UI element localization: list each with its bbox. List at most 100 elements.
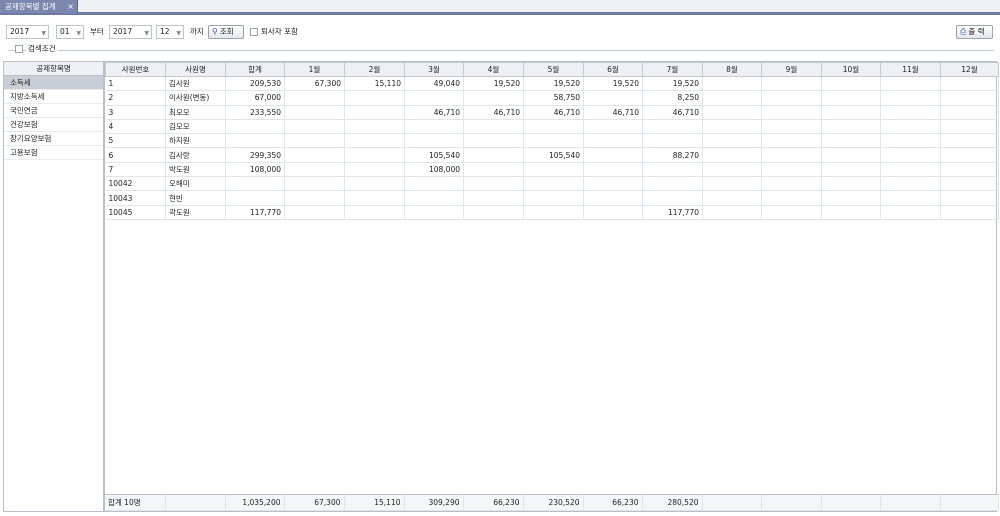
column-header[interactable]: 합계 [225, 62, 285, 77]
table-cell[interactable] [880, 105, 941, 120]
table-cell[interactable] [583, 162, 643, 178]
from-month-select[interactable]: 01 ▼ [56, 25, 84, 39]
table-cell[interactable] [404, 133, 464, 149]
list-item[interactable]: 소득세 [4, 76, 103, 90]
table-cell[interactable] [940, 190, 999, 206]
table-cell[interactable] [225, 119, 285, 135]
table-cell[interactable] [761, 90, 822, 106]
table-cell[interactable] [225, 190, 285, 206]
table-cell[interactable] [940, 76, 999, 92]
table-cell[interactable] [284, 162, 345, 178]
table-cell[interactable]: 7 [105, 162, 166, 178]
table-cell[interactable]: 6 [105, 147, 166, 163]
table-cell[interactable] [523, 190, 584, 206]
table-cell[interactable] [702, 105, 762, 120]
table-cell[interactable] [702, 147, 762, 163]
column-header[interactable]: 1월 [284, 62, 345, 77]
table-cell[interactable]: 이사원(변동) [165, 90, 226, 106]
column-header[interactable]: 6월 [583, 62, 643, 77]
table-cell[interactable]: 5 [105, 133, 166, 149]
table-row[interactable]: 6 김사랑 299,350 105,540 105,540 88,270 [105, 147, 999, 163]
search-conditions-checkbox[interactable] [15, 45, 23, 53]
table-cell[interactable] [344, 133, 405, 149]
table-cell[interactable] [523, 133, 584, 149]
table-cell[interactable]: 49,040 [404, 76, 464, 92]
column-header[interactable]: 5월 [523, 62, 584, 77]
table-cell[interactable] [404, 205, 464, 220]
table-row[interactable]: 10042 오해미 [105, 176, 999, 192]
table-row[interactable]: 4 김모모 [105, 119, 999, 135]
table-cell[interactable] [702, 162, 762, 178]
table-cell[interactable]: 105,540 [404, 147, 464, 163]
table-cell[interactable] [940, 119, 999, 135]
table-cell[interactable] [404, 176, 464, 192]
list-item[interactable]: 국민연금 [4, 104, 103, 118]
table-cell[interactable] [284, 147, 345, 163]
table-cell[interactable] [344, 190, 405, 206]
column-header[interactable]: 8월 [702, 62, 762, 77]
table-cell[interactable] [940, 105, 999, 120]
tab-deduction-summary[interactable]: 공제항목별 집계 × [0, 0, 78, 13]
table-cell[interactable]: 19,520 [642, 76, 703, 92]
table-cell[interactable] [702, 133, 762, 149]
table-cell[interactable] [702, 90, 762, 106]
table-cell[interactable] [583, 133, 643, 149]
table-cell[interactable] [761, 105, 822, 120]
column-header[interactable]: 4월 [463, 62, 524, 77]
table-cell[interactable] [761, 133, 822, 149]
print-button[interactable]: ⎙ 출 력 [956, 25, 993, 39]
table-cell[interactable] [702, 205, 762, 220]
table-cell[interactable] [821, 147, 881, 163]
table-cell[interactable]: 58,750 [523, 90, 584, 106]
table-cell[interactable] [344, 147, 405, 163]
table-cell[interactable]: 46,710 [642, 105, 703, 120]
table-cell[interactable] [940, 205, 999, 220]
table-cell[interactable] [821, 162, 881, 178]
table-cell[interactable] [940, 162, 999, 178]
table-cell[interactable]: 김모모 [165, 119, 226, 135]
table-cell[interactable]: 10045 [105, 205, 166, 220]
table-cell[interactable]: 하지원 [165, 133, 226, 149]
table-cell[interactable] [523, 119, 584, 135]
table-cell[interactable] [761, 76, 822, 92]
table-cell[interactable] [642, 162, 703, 178]
table-cell[interactable]: 박도원 [165, 162, 226, 178]
table-cell[interactable] [642, 119, 703, 135]
list-item[interactable]: 지방소득세 [4, 90, 103, 104]
table-cell[interactable] [821, 176, 881, 192]
table-cell[interactable] [523, 176, 584, 192]
table-cell[interactable] [523, 205, 584, 220]
table-cell[interactable]: 1 [105, 76, 166, 92]
table-cell[interactable] [284, 90, 345, 106]
table-cell[interactable] [940, 147, 999, 163]
table-cell[interactable] [344, 162, 405, 178]
table-cell[interactable] [284, 119, 345, 135]
table-cell[interactable] [821, 133, 881, 149]
table-cell[interactable] [821, 119, 881, 135]
column-header[interactable]: 7월 [642, 62, 703, 77]
table-cell[interactable]: 108,000 [404, 162, 464, 178]
table-cell[interactable] [940, 90, 999, 106]
table-cell[interactable] [702, 76, 762, 92]
column-header[interactable]: 12월 [940, 62, 999, 77]
table-cell[interactable]: 105,540 [523, 147, 584, 163]
table-cell[interactable]: 최모모 [165, 105, 226, 120]
table-cell[interactable]: 233,550 [225, 105, 285, 120]
table-cell[interactable] [761, 190, 822, 206]
table-row[interactable]: 3 최모모 233,550 46,710 46,710 46,710 46,710 46,71… [105, 105, 999, 120]
table-cell[interactable] [284, 105, 345, 120]
table-cell[interactable] [940, 133, 999, 149]
table-cell[interactable] [463, 133, 524, 149]
table-row[interactable]: 1 김사원 209,530 67,300 15,110 49,040 19,520 19,52… [105, 76, 999, 92]
table-cell[interactable]: 88,270 [642, 147, 703, 163]
table-cell[interactable]: 67,300 [284, 76, 345, 92]
table-cell[interactable] [583, 147, 643, 163]
table-cell[interactable] [761, 176, 822, 192]
table-cell[interactable]: 2 [105, 90, 166, 106]
table-cell[interactable] [463, 147, 524, 163]
table-cell[interactable]: 현빈 [165, 190, 226, 206]
table-cell[interactable]: 김사원 [165, 76, 226, 92]
table-cell[interactable]: 108,000 [225, 162, 285, 178]
table-cell[interactable] [821, 105, 881, 120]
table-row[interactable]: 5 하지원 [105, 133, 999, 149]
